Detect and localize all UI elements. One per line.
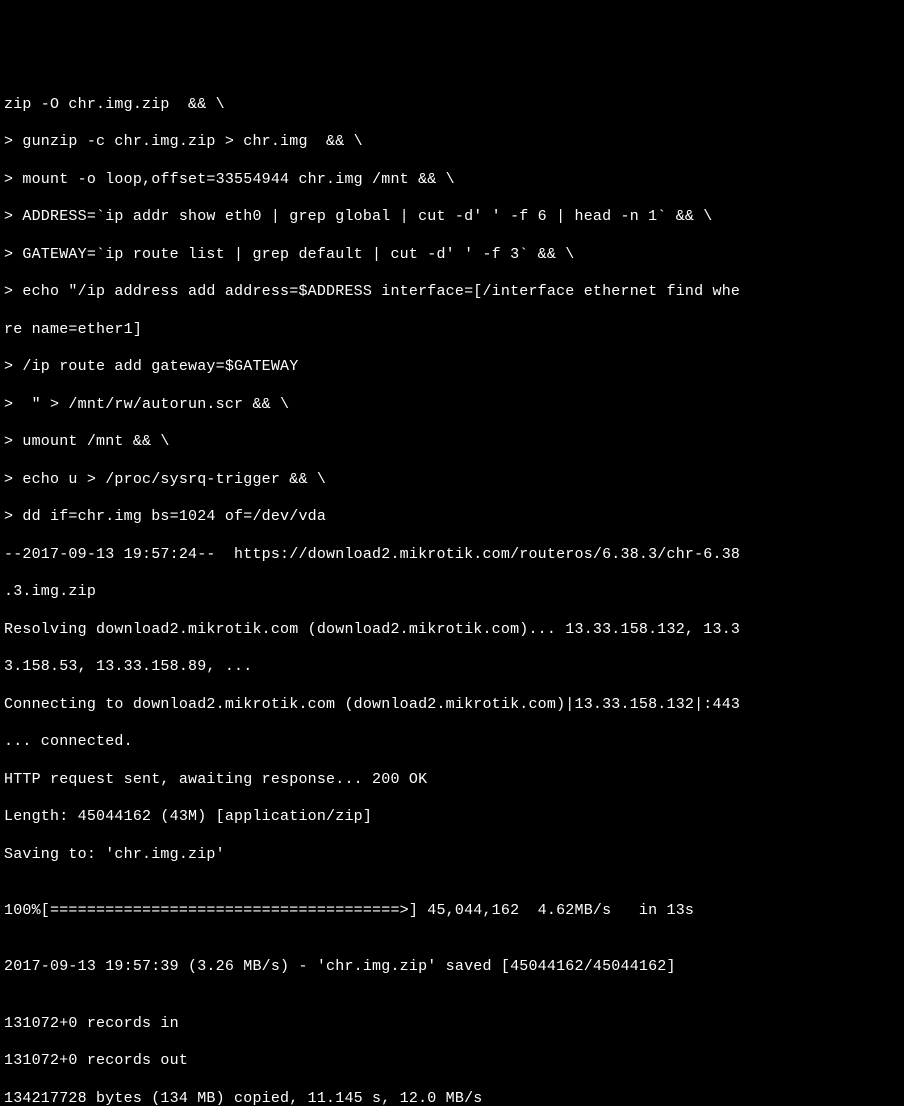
terminal-line: 3.158.53, 13.33.158.89, ... xyxy=(4,658,900,677)
terminal-line: > " > /mnt/rw/autorun.scr && \ xyxy=(4,396,900,415)
terminal-line: Length: 45044162 (43M) [application/zip] xyxy=(4,808,900,827)
terminal-line: 131072+0 records out xyxy=(4,1052,900,1071)
terminal-line: > umount /mnt && \ xyxy=(4,433,900,452)
terminal-line: > dd if=chr.img bs=1024 of=/dev/vda xyxy=(4,508,900,527)
terminal-line: re name=ether1] xyxy=(4,321,900,340)
terminal-output: zip -O chr.img.zip && \ > gunzip -c chr.… xyxy=(4,77,900,1106)
terminal-line: > /ip route add gateway=$GATEWAY xyxy=(4,358,900,377)
terminal-line: > gunzip -c chr.img.zip > chr.img && \ xyxy=(4,133,900,152)
terminal-line: > mount -o loop,offset=33554944 chr.img … xyxy=(4,171,900,190)
terminal-line: Resolving download2.mikrotik.com (downlo… xyxy=(4,621,900,640)
terminal-line: > GATEWAY=`ip route list | grep default … xyxy=(4,246,900,265)
terminal-line: zip -O chr.img.zip && \ xyxy=(4,96,900,115)
terminal-line: 2017-09-13 19:57:39 (3.26 MB/s) - 'chr.i… xyxy=(4,958,900,977)
terminal-line: 100%[===================================… xyxy=(4,902,900,921)
terminal-line: 134217728 bytes (134 MB) copied, 11.145 … xyxy=(4,1090,900,1106)
terminal-line: .3.img.zip xyxy=(4,583,900,602)
terminal-line: --2017-09-13 19:57:24-- https://download… xyxy=(4,546,900,565)
terminal-line: 131072+0 records in xyxy=(4,1015,900,1034)
terminal-line: > ADDRESS=`ip addr show eth0 | grep glob… xyxy=(4,208,900,227)
terminal-line: ... connected. xyxy=(4,733,900,752)
terminal-line: > echo u > /proc/sysrq-trigger && \ xyxy=(4,471,900,490)
terminal-line: HTTP request sent, awaiting response... … xyxy=(4,771,900,790)
terminal-line: > echo "/ip address add address=$ADDRESS… xyxy=(4,283,900,302)
terminal-line: Connecting to download2.mikrotik.com (do… xyxy=(4,696,900,715)
terminal-line: Saving to: 'chr.img.zip' xyxy=(4,846,900,865)
